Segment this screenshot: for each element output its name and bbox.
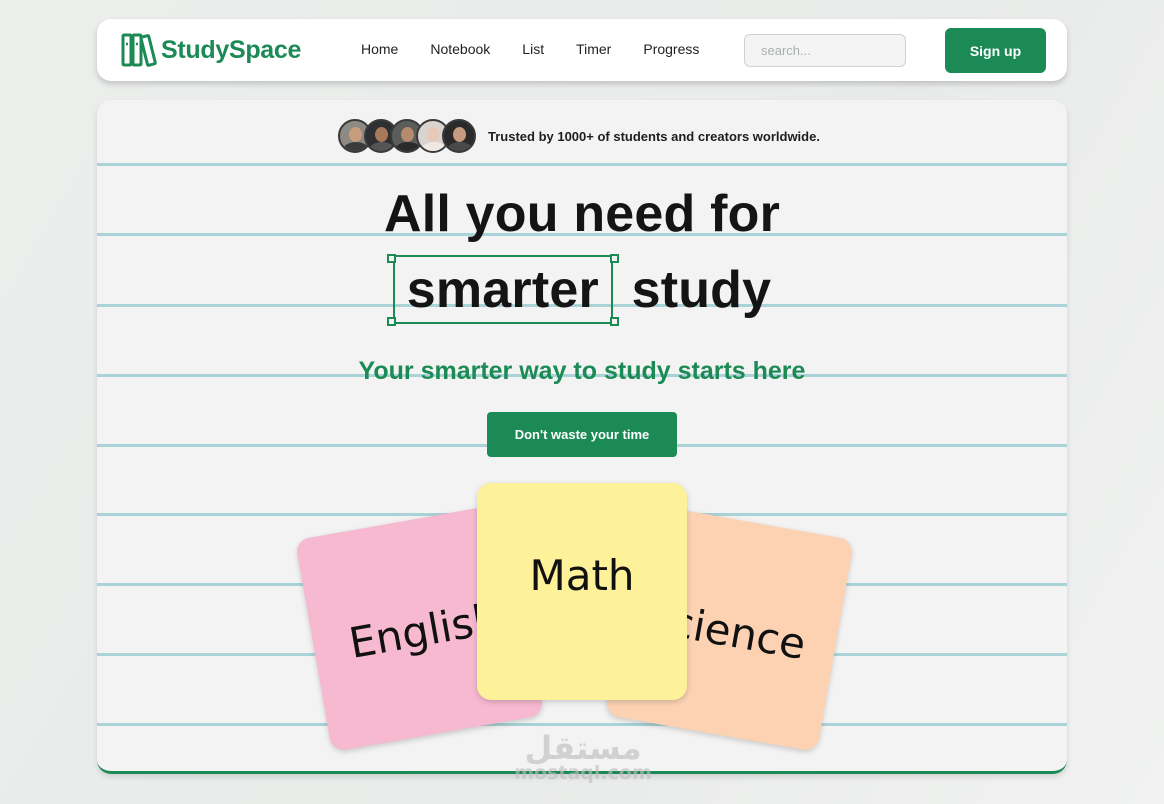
resize-handle <box>609 254 619 263</box>
resize-handle <box>609 317 619 326</box>
nav-link-timer[interactable]: Timer <box>576 41 611 57</box>
avatar <box>442 119 476 153</box>
headline-line-1: All you need for <box>383 185 781 243</box>
selection-frame <box>392 255 613 324</box>
avatar-group <box>338 119 476 153</box>
signup-button[interactable]: Sign up <box>945 28 1046 73</box>
brand-name: StudySpace <box>161 35 302 64</box>
highlight-box: smarter <box>386 254 619 326</box>
notebook-rule <box>97 163 1067 166</box>
notebook-rule <box>97 723 1067 726</box>
search-input[interactable] <box>744 34 906 67</box>
trusted-text: Trusted by 1000+ of students and creator… <box>488 128 820 144</box>
top-navbar: StudySpace Home Notebook List Timer Prog… <box>97 19 1067 81</box>
nav-link-progress[interactable]: Progress <box>643 41 699 57</box>
resize-handle <box>386 254 396 263</box>
headline-line-2: smarter study <box>97 254 1067 326</box>
trusted-by: Trusted by 1000+ of students and creator… <box>338 119 820 153</box>
resize-handle <box>386 317 396 326</box>
nav-link-list[interactable]: List <box>522 41 544 57</box>
card-label: Math <box>529 551 635 600</box>
logo[interactable]: StudySpace <box>121 32 301 68</box>
nav-links: Home Notebook List Timer Progress <box>361 41 731 57</box>
nav-link-home[interactable]: Home <box>361 41 398 57</box>
cta-button[interactable]: Don't waste your time <box>487 412 677 457</box>
headline-rest-word: study <box>631 261 772 319</box>
subheadline: Your smarter way to study starts here <box>358 357 806 385</box>
nav-link-notebook[interactable]: Notebook <box>430 41 490 57</box>
hero-panel: Trusted by 1000+ of students and creator… <box>97 100 1067 774</box>
card-math[interactable]: Math <box>477 483 687 700</box>
books-icon <box>121 33 157 67</box>
